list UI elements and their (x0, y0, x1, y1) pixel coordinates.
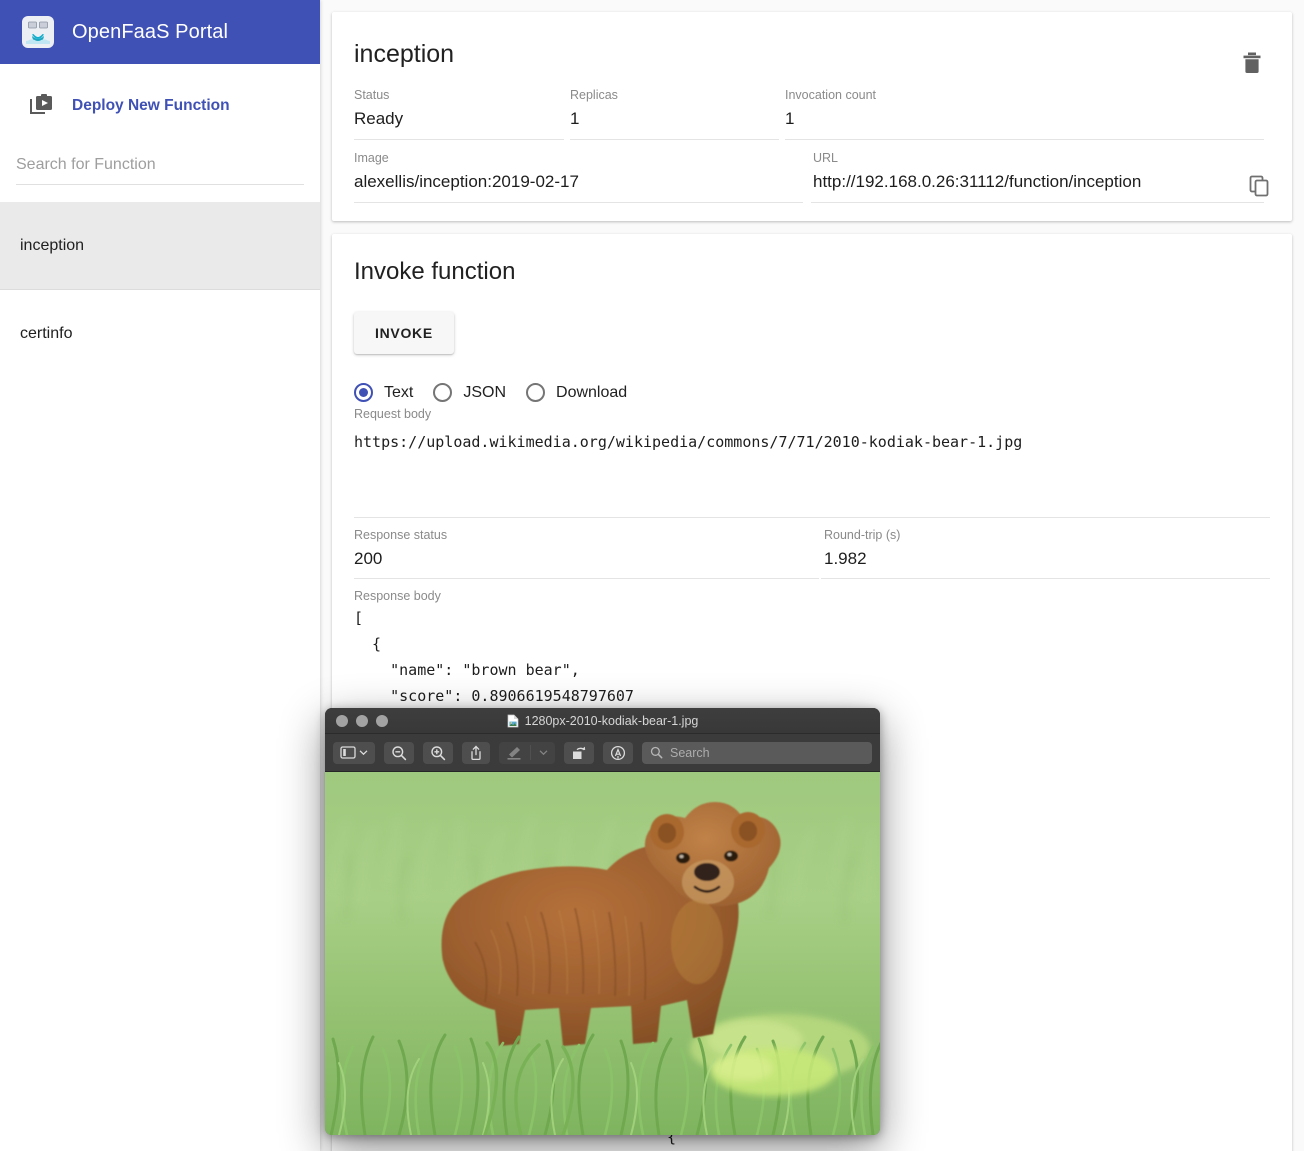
radio-option-download[interactable]: Download (526, 383, 627, 402)
zoom-in-button[interactable] (423, 742, 453, 764)
invoke-button[interactable]: INVOKE (354, 312, 454, 354)
status-value: Ready (354, 107, 564, 131)
trash-icon (1241, 51, 1263, 75)
invoke-section-title: Invoke function (354, 258, 1270, 312)
image-value: alexellis/inception:2019-02-17 (354, 170, 803, 194)
radio-circle-icon (354, 383, 373, 402)
app-title: OpenFaaS Portal (72, 21, 228, 44)
share-icon (469, 745, 483, 761)
response-status-label: Response status (354, 527, 819, 547)
image-label: Image (354, 150, 803, 170)
markup-pen-icon (506, 746, 522, 760)
url-value: http://192.168.0.26:31112/function/incep… (813, 170, 1264, 194)
response-body-label: Response body (354, 589, 1270, 603)
search-field-wrapper (0, 121, 320, 185)
invocation-count-field: Invocation count 1 (785, 79, 1264, 140)
response-status-field: Response status 200 (354, 518, 819, 579)
chevron-down-icon (359, 749, 368, 756)
response-type-radio-group: Text JSON Download (354, 383, 1270, 402)
replicas-value: 1 (570, 107, 779, 131)
response-status-value: 200 (354, 547, 819, 571)
deploy-box-icon (26, 91, 58, 121)
preview-search-placeholder: Search (670, 746, 710, 760)
zoom-in-icon (430, 745, 446, 761)
request-body-input[interactable]: https://upload.wikimedia.org/wikipedia/c… (354, 421, 1270, 513)
image-field: Image alexellis/inception:2019-02-17 (354, 142, 803, 203)
round-trip-label: Round-trip (s) (824, 527, 1270, 547)
openfaas-whale-logo-icon (22, 16, 54, 48)
function-name-label: certinfo (20, 325, 72, 343)
status-label: Status (354, 87, 564, 107)
round-trip-value: 1.982 (824, 547, 1270, 571)
round-trip-field: Round-trip (s) 1.982 (821, 518, 1270, 579)
url-field: URL http://192.168.0.26:31112/function/i… (811, 142, 1264, 203)
function-name-label: inception (20, 237, 84, 255)
invocation-count-label: Invocation count (785, 87, 1264, 107)
openfaas-portal-app: OpenFaaS Portal Deploy New Function ince… (0, 0, 1304, 1151)
maximize-button[interactable] (376, 715, 388, 727)
share-button[interactable] (462, 742, 490, 764)
rotate-button[interactable] (564, 742, 594, 764)
request-body-label: Request body (354, 407, 1270, 421)
replicas-label: Replicas (570, 87, 779, 107)
search-input[interactable] (16, 154, 304, 185)
deploy-new-function-label: Deploy New Function (72, 97, 230, 115)
deploy-new-function-button[interactable]: Deploy New Function (0, 64, 320, 121)
minimize-button[interactable] (356, 715, 368, 727)
chevron-down-icon (539, 749, 548, 756)
radio-label: Download (556, 384, 627, 402)
kodiak-bear-photo (325, 772, 880, 1135)
preview-image-canvas[interactable] (325, 772, 880, 1135)
function-list-item-certinfo[interactable]: certinfo (0, 290, 320, 378)
radio-option-json[interactable]: JSON (433, 383, 506, 402)
response-meta-row: Response status 200 Round-trip (s) 1.982 (354, 518, 1270, 579)
sidebar-icon (340, 746, 356, 759)
radio-option-text[interactable]: Text (354, 383, 413, 402)
radio-circle-icon (433, 383, 452, 402)
status-field: Status Ready (354, 79, 564, 140)
invocation-count-value: 1 (785, 107, 1264, 131)
annotate-icon (610, 745, 626, 761)
function-meta-row: Image alexellis/inception:2019-02-17 URL… (354, 142, 1270, 203)
zoom-out-icon (391, 745, 407, 761)
app-header: OpenFaaS Portal (0, 0, 320, 64)
search-icon (650, 746, 663, 759)
zoom-out-button[interactable] (384, 742, 414, 764)
url-label: URL (813, 150, 1264, 170)
function-stats-row: Status Ready Replicas 1 Invocation count… (354, 79, 1270, 140)
radio-label: Text (384, 384, 413, 402)
page-title: inception (354, 32, 1270, 79)
close-button[interactable] (336, 715, 348, 727)
sidebar-toggle-button[interactable] (333, 742, 375, 764)
preview-toolbar: Search (325, 734, 880, 772)
preview-window-title: 1280px-2010-kodiak-bear-1.jpg (525, 714, 699, 728)
replicas-field: Replicas 1 (570, 79, 779, 140)
preview-search-field[interactable]: Search (642, 742, 872, 764)
sidebar: OpenFaaS Portal Deploy New Function ince… (0, 0, 320, 1151)
window-traffic-lights (325, 715, 388, 727)
preview-window-title-wrap: 1280px-2010-kodiak-bear-1.jpg (325, 714, 880, 728)
copy-icon (1249, 174, 1271, 198)
rotate-icon (571, 745, 587, 761)
image-document-icon (507, 714, 519, 728)
delete-function-button[interactable] (1240, 50, 1264, 76)
copy-url-button[interactable] (1248, 173, 1272, 199)
preview-window[interactable]: 1280px-2010-kodiak-bear-1.jpg (325, 708, 880, 1135)
function-list-item-inception[interactable]: inception (0, 202, 320, 290)
radio-label: JSON (463, 384, 506, 402)
function-list: inception certinfo (0, 202, 320, 378)
function-details-card: inception Status Ready Replicas 1 (332, 12, 1292, 221)
markup-button[interactable] (499, 742, 555, 764)
radio-circle-icon (526, 383, 545, 402)
annotate-button[interactable] (603, 742, 633, 764)
preview-titlebar[interactable]: 1280px-2010-kodiak-bear-1.jpg (325, 708, 880, 734)
